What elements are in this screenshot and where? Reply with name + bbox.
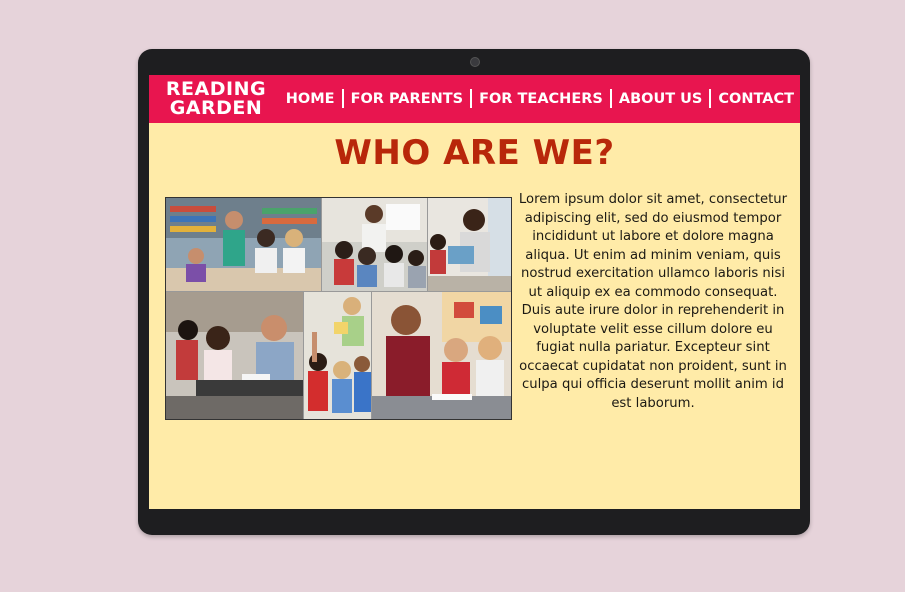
nav-divider xyxy=(709,89,712,108)
camera-icon xyxy=(470,57,480,67)
nav-about-us[interactable]: ABOUT US xyxy=(619,91,703,107)
photo-teacher-helping xyxy=(166,292,303,419)
photo-collage xyxy=(165,197,512,420)
photo-teacher-book xyxy=(428,198,511,291)
website-screen: READING GARDEN HOME FOR PARENTS FOR TEAC… xyxy=(149,75,800,509)
about-paragraph: Lorem ipsum dolor sit amet, consectetur … xyxy=(518,192,788,411)
page-title: WHO ARE WE? xyxy=(334,133,615,173)
nav-home[interactable]: HOME xyxy=(286,91,335,107)
nav-contact[interactable]: CONTACT xyxy=(718,91,794,107)
site-logo[interactable]: READING GARDEN xyxy=(163,80,269,118)
photo-story-time xyxy=(322,198,427,291)
nav-menu: HOME FOR PARENTS FOR TEACHERS ABOUT US C… xyxy=(286,89,794,108)
nav-divider xyxy=(470,89,473,108)
photo-teacher-boys xyxy=(372,292,511,419)
photo-library-reading xyxy=(166,198,321,291)
nav-for-teachers[interactable]: FOR TEACHERS xyxy=(479,91,603,107)
tablet-device: READING GARDEN HOME FOR PARENTS FOR TEAC… xyxy=(138,49,810,535)
navbar: READING GARDEN HOME FOR PARENTS FOR TEAC… xyxy=(149,75,800,123)
nav-for-parents[interactable]: FOR PARENTS xyxy=(351,91,464,107)
logo-line-2: GARDEN xyxy=(169,97,263,119)
nav-divider xyxy=(341,89,344,108)
photo-raised-hands xyxy=(304,292,371,419)
nav-divider xyxy=(609,89,612,108)
